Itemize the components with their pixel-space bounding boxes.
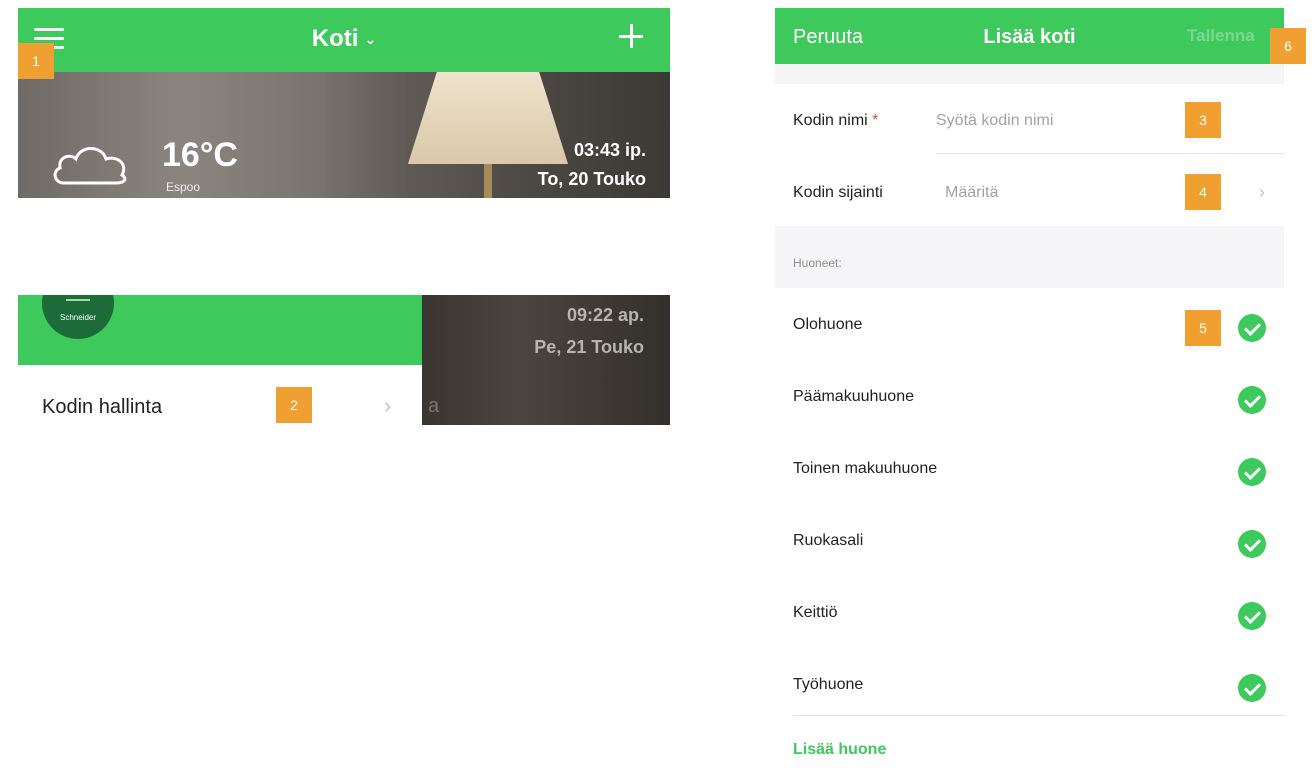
lamp-background-image [408, 72, 568, 164]
required-asterisk: * [872, 112, 879, 129]
room-label: Päämakuuhuone [793, 388, 914, 405]
room-label: Toinen makuuhuone [793, 460, 938, 477]
check-circle-icon[interactable] [1238, 674, 1266, 702]
room-item[interactable]: Työhuone [775, 648, 1284, 720]
room-label: Työhuone [793, 676, 864, 693]
city-name: Espoo [166, 180, 201, 194]
room-label: Ruokasali [793, 532, 864, 549]
avatar-decoration [66, 299, 90, 301]
room-label: Olohuone [793, 316, 863, 333]
chevron-down-icon: ⌄ [364, 31, 377, 48]
save-button[interactable]: Tallenna [1187, 26, 1255, 46]
check-circle-icon[interactable] [1238, 386, 1266, 414]
callout-badge-5: 5 [1185, 310, 1221, 346]
plus-icon[interactable] [616, 20, 646, 50]
side-menu-panel: 09:22 ap. Pe, 21 Touko a Schneider Kodin… [18, 295, 670, 425]
cloud-icon [53, 147, 127, 185]
temperature: 16°C [162, 136, 238, 174]
dimmed-time: 09:22 ap. [566, 305, 644, 325]
section-spacer [775, 64, 1284, 84]
callout-badge-1: 1 [18, 43, 54, 79]
room-item[interactable]: Päämakuuhuone [775, 360, 1284, 432]
dimmed-text-fragment: a [428, 395, 440, 417]
callout-badge-3: 3 [1185, 102, 1221, 138]
room-item[interactable]: Toinen makuuhuone [775, 432, 1284, 504]
callout-badge-6: 6 [1270, 28, 1306, 64]
dimmed-background: 09:22 ap. Pe, 21 Touko [422, 295, 670, 425]
home-name-label: Kodin nimi * [793, 112, 879, 129]
avatar-logo-text: Schneider [59, 313, 97, 322]
home-location-label: Kodin sijainti [793, 184, 883, 201]
rooms-section-header [775, 226, 1284, 288]
home-title-dropdown[interactable]: Koti ⌄ [18, 25, 670, 53]
weather-hero: 16°C Espoo 03:43 ip. To, 20 Touko [18, 72, 670, 198]
check-circle-icon[interactable] [1238, 530, 1266, 558]
room-item[interactable]: Ruokasali [775, 504, 1284, 576]
chevron-right-icon: › [1259, 182, 1265, 202]
check-circle-icon[interactable] [1238, 458, 1266, 486]
home-top-bar: Koti ⌄ [18, 8, 670, 72]
menu-header: Schneider [18, 295, 422, 365]
home-header-panel: Koti ⌄ 16°C Espoo 03:43 ip. To, 20 Touko [18, 8, 670, 198]
home-location-selector[interactable]: Määritä [945, 184, 998, 202]
chevron-right-icon: › [384, 393, 392, 418]
current-date: To, 20 Touko [537, 169, 646, 189]
menu-item-label: Kodin hallinta [42, 396, 163, 418]
check-circle-icon[interactable] [1238, 314, 1266, 342]
lamp-pole-image [484, 164, 492, 198]
room-item[interactable]: Keittiö [775, 576, 1284, 648]
callout-badge-2: 2 [276, 387, 312, 423]
check-circle-icon[interactable] [1238, 602, 1266, 630]
room-label: Keittiö [793, 604, 838, 621]
add-room-button[interactable]: Lisää huone [793, 741, 886, 759]
rooms-section-label: Huoneet: [793, 256, 842, 270]
home-name-input[interactable]: Syötä kodin nimi [936, 112, 1053, 130]
list-divider [793, 715, 1284, 716]
dimmed-date: Pe, 21 Touko [534, 337, 644, 357]
callout-badge-4: 4 [1185, 174, 1221, 210]
field-divider [936, 153, 1284, 154]
current-time: 03:43 ip. [573, 140, 646, 160]
avatar[interactable]: Schneider [42, 295, 114, 339]
add-home-top-bar: Peruuta Lisää koti Tallenna [775, 8, 1284, 64]
home-title: Koti [311, 25, 359, 52]
